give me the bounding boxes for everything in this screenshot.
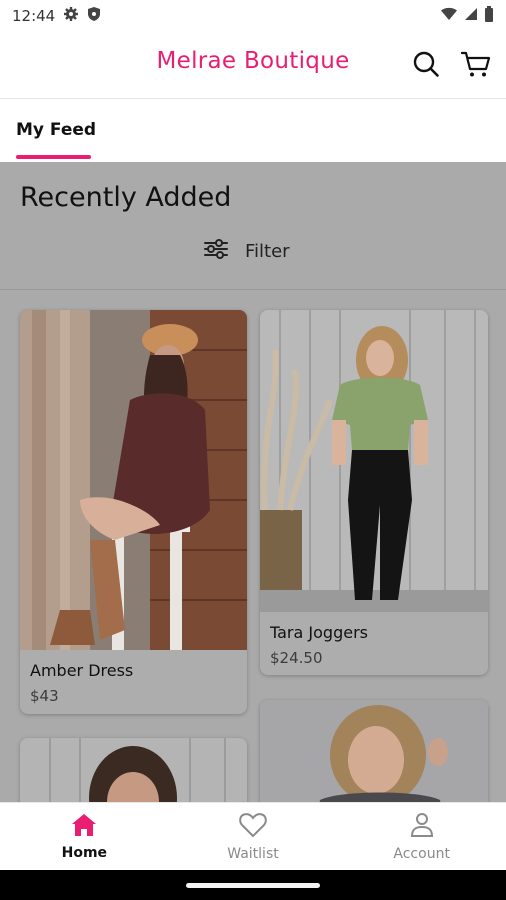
battery-icon (484, 6, 494, 26)
signal-icon (464, 7, 478, 25)
status-bar: 12:44 (0, 0, 506, 32)
nav-waitlist[interactable]: Waitlist (169, 803, 338, 870)
settings-gear-icon (63, 6, 79, 26)
product-name: Amber Dress (30, 661, 134, 680)
tab-bar: My Feed (0, 98, 506, 162)
product-image (20, 310, 247, 650)
heart-icon (239, 812, 267, 842)
divider (0, 289, 506, 290)
product-price: $43 (30, 687, 59, 705)
tab-indicator (16, 155, 91, 159)
product-image (260, 310, 488, 612)
shield-icon (87, 6, 101, 26)
nav-account-label: Account (393, 845, 450, 862)
filter-button[interactable]: Filter (203, 238, 290, 265)
person-icon (410, 812, 434, 842)
status-time: 12:44 (12, 7, 56, 25)
nav-account[interactable]: Account (337, 803, 506, 870)
home-icon (71, 813, 97, 841)
product-card[interactable]: Tara Joggers $24.50 (260, 310, 488, 675)
filter-label: Filter (245, 241, 290, 262)
home-gesture-handle[interactable] (186, 883, 320, 888)
bottom-nav: Home Waitlist Account (0, 802, 506, 870)
nav-home[interactable]: Home (0, 803, 169, 870)
cart-icon[interactable] (461, 49, 491, 79)
section-title: Recently Added (20, 182, 232, 213)
sliders-icon (203, 238, 229, 265)
product-image (260, 700, 488, 802)
nav-waitlist-label: Waitlist (227, 845, 279, 862)
tab-my-feed[interactable]: My Feed (16, 99, 96, 161)
feed-content: Recently Added Filter Amber Dress $43 Ta… (0, 162, 506, 802)
product-image (20, 738, 247, 802)
search-icon[interactable] (411, 49, 441, 79)
product-price: $24.50 (270, 649, 323, 667)
product-card[interactable]: Amber Dress $43 (20, 310, 247, 714)
nav-home-label: Home (61, 844, 108, 861)
app-bar: Melrae Boutique (0, 32, 506, 98)
gesture-bar (0, 870, 506, 900)
wifi-icon (440, 7, 458, 25)
product-card[interactable] (20, 738, 247, 802)
product-name: Tara Joggers (270, 623, 368, 642)
product-card[interactable] (260, 700, 488, 802)
